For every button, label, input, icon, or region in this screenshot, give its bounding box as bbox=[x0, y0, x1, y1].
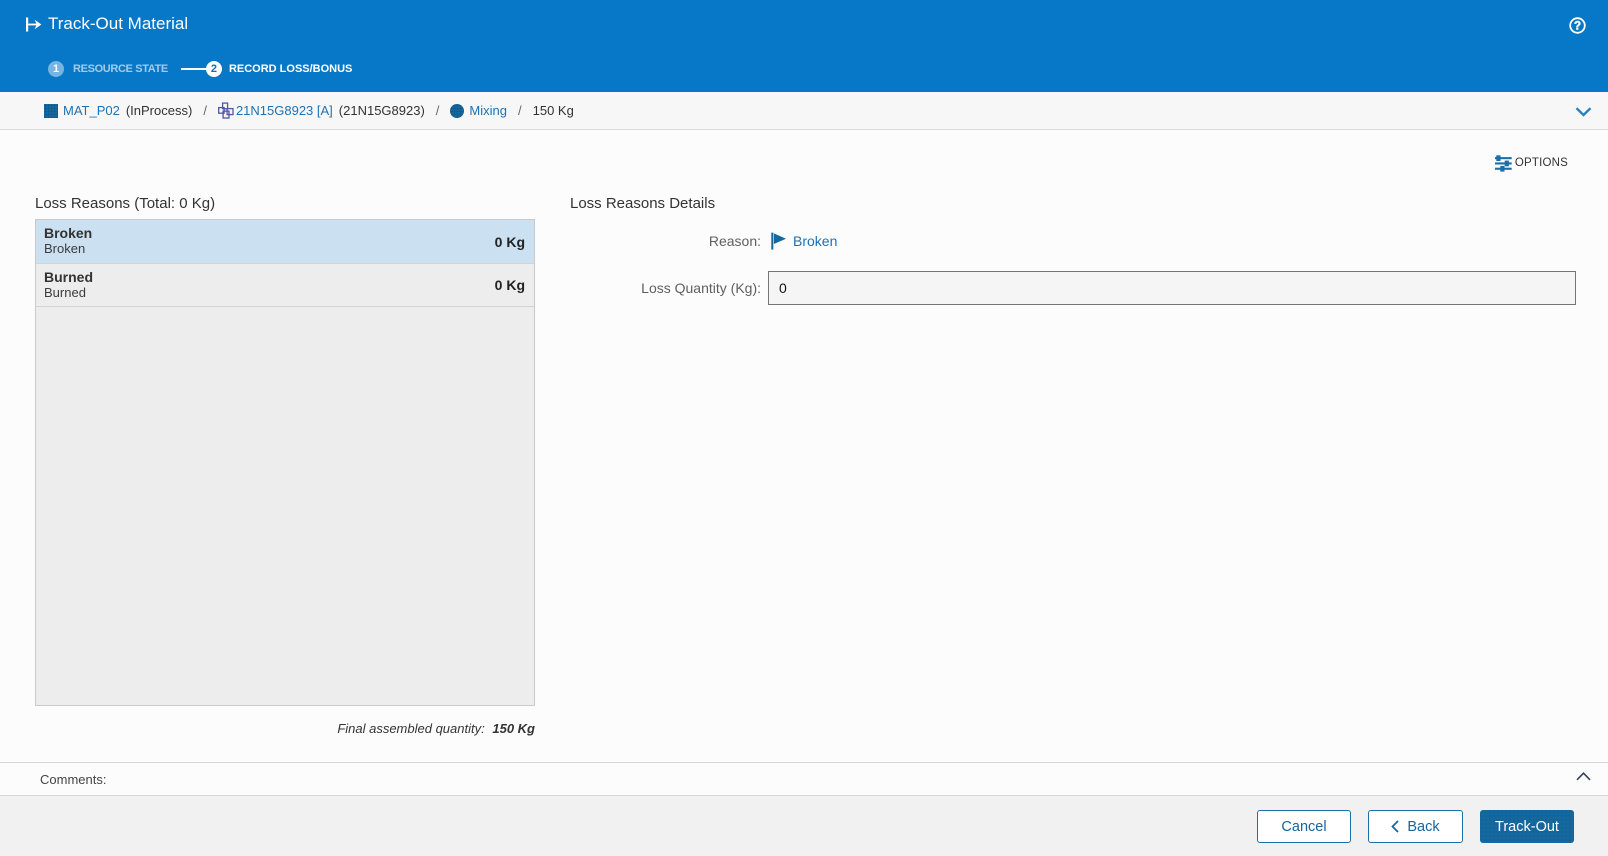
loss-reason-row-broken[interactable]: Broken Broken 0 Kg bbox=[36, 220, 534, 264]
breadcrumb-separator: / bbox=[518, 103, 522, 118]
reason-text: Broken bbox=[793, 233, 838, 249]
cancel-label: Cancel bbox=[1281, 818, 1327, 835]
back-label: Back bbox=[1407, 818, 1440, 835]
breadcrumb-material-link[interactable]: MAT_P02 bbox=[63, 103, 120, 118]
loss-reason-name: Burned bbox=[44, 269, 93, 285]
reason-value: Broken bbox=[770, 232, 837, 250]
breadcrumb-separator: / bbox=[435, 103, 440, 118]
loss-reasons-panel: Loss Reasons (Total: 0 Kg) Broken Broken 0… bbox=[35, 195, 535, 736]
breadcrumb-separator: / bbox=[203, 103, 207, 118]
loss-reason-quantity: 0 Kg bbox=[494, 233, 525, 250]
help-icon[interactable]: ? bbox=[1569, 17, 1586, 34]
final-quantity-value: 150 Kg bbox=[492, 721, 535, 736]
comments-label: Comments: bbox=[40, 772, 107, 787]
loss-reason-row-burned[interactable]: Burned Burned 0 Kg bbox=[36, 264, 534, 307]
breadcrumb-operation-link[interactable]: Mixing bbox=[469, 103, 507, 118]
loss-reasons-details-title: Loss Reasons Details bbox=[570, 195, 716, 212]
step-number: 1 bbox=[48, 61, 64, 77]
footer-bar: Cancel Back Track-Out bbox=[0, 796, 1608, 856]
step-number: 2 bbox=[205, 61, 222, 77]
step-record-loss-bonus[interactable]: 2 RECORD LOSS/BONUS bbox=[205, 61, 353, 77]
page-title: Track-Out Material bbox=[48, 14, 189, 33]
options-button[interactable]: OPTIONS bbox=[1494, 154, 1568, 172]
loss-reasons-list: Broken Broken 0 Kg Burned Burned 0 Kg bbox=[35, 219, 535, 706]
comments-bar: Comments: bbox=[0, 762, 1608, 796]
sliders-icon bbox=[1494, 154, 1512, 172]
loss-reasons-details-panel: Loss Reasons Details Reason: Broken Loss… bbox=[570, 195, 1576, 305]
final-quantity-label: Final assembled quantity: bbox=[337, 721, 485, 736]
loss-reason-name: Broken bbox=[44, 225, 93, 241]
track-out-button[interactable]: Track-Out bbox=[1480, 810, 1574, 843]
lot-icon bbox=[217, 102, 234, 119]
title-row: Track-Out Material ? bbox=[0, 0, 1608, 48]
svg-text:?: ? bbox=[1574, 20, 1581, 32]
chevron-left-icon bbox=[1391, 820, 1399, 833]
track-out-label: Track-Out bbox=[1495, 818, 1559, 835]
reason-row: Reason: Broken bbox=[570, 232, 1576, 250]
step-resource-state[interactable]: 1 RESOURCE STATE bbox=[48, 61, 168, 77]
main-content: OPTIONS Loss Reasons (Total: 0 Kg) Broke… bbox=[0, 130, 1608, 762]
breadcrumb-material-status: (InProcess) bbox=[125, 103, 193, 118]
loss-reason-quantity: 0 Kg bbox=[494, 277, 525, 293]
comments-collapse-icon[interactable] bbox=[1576, 772, 1591, 781]
dialog-header: Track-Out Material ? 1 RESOURCE STATE 2 … bbox=[0, 0, 1608, 92]
step-connector bbox=[180, 68, 206, 70]
flag-icon bbox=[771, 232, 786, 250]
loss-reason-description: Broken bbox=[44, 241, 86, 256]
loss-quantity-input[interactable] bbox=[768, 271, 1576, 305]
wizard-steps: 1 RESOURCE STATE 2 RECORD LOSS/BONUS bbox=[48, 61, 352, 77]
material-icon bbox=[44, 103, 58, 118]
breadcrumb-lot-link[interactable]: 21N15G8923 [A] bbox=[236, 103, 333, 118]
step-label: RECORD LOSS/BONUS bbox=[228, 63, 353, 75]
track-out-icon bbox=[26, 17, 42, 32]
breadcrumb-expand-icon[interactable] bbox=[1575, 107, 1592, 117]
operation-icon bbox=[450, 103, 465, 118]
reason-label: Reason: bbox=[708, 233, 761, 249]
options-label: OPTIONS bbox=[1514, 157, 1568, 169]
loss-quantity-row: Loss Quantity (Kg): bbox=[570, 271, 1576, 305]
loss-reasons-title: Loss Reasons (Total: 0 Kg) bbox=[35, 195, 216, 212]
breadcrumb-lot-id: (21N15G8923) bbox=[338, 103, 425, 118]
step-label: RESOURCE STATE bbox=[73, 63, 168, 75]
final-assembled-quantity: Final assembled quantity: 150 Kg bbox=[35, 721, 535, 736]
loss-quantity-label: Loss Quantity (Kg): bbox=[641, 280, 761, 296]
breadcrumb-quantity: 150 Kg bbox=[532, 103, 574, 118]
cancel-button[interactable]: Cancel bbox=[1257, 810, 1351, 843]
loss-reason-description: Burned bbox=[44, 285, 86, 300]
breadcrumb: MAT_P02 (InProcess) / 21N15G8923 [A] (21… bbox=[0, 92, 1608, 130]
back-button[interactable]: Back bbox=[1368, 810, 1463, 843]
